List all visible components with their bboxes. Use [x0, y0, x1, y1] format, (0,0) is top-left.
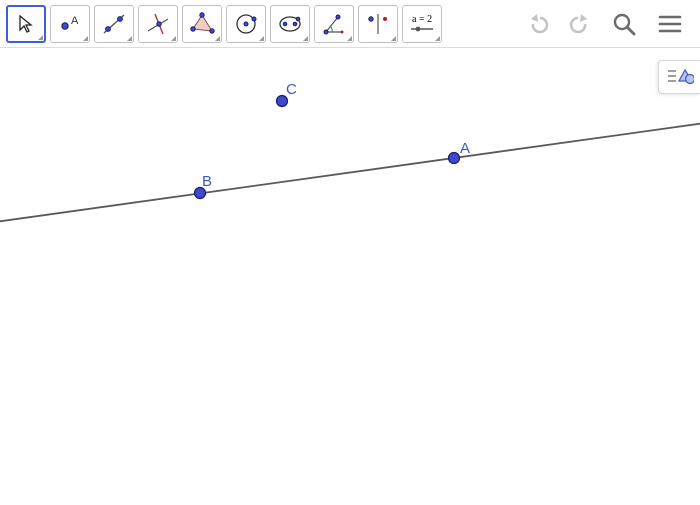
chevron-down-icon: [347, 36, 352, 41]
chevron-down-icon: [435, 36, 440, 41]
right-tools: [524, 8, 694, 40]
line-through-ab[interactable]: [0, 123, 700, 222]
views-icon: [666, 66, 694, 88]
chevron-down-icon: [391, 36, 396, 41]
tool-polygon[interactable]: [182, 5, 222, 43]
perpendicular-icon: [145, 11, 171, 37]
svg-text:a = 2: a = 2: [412, 14, 432, 25]
chevron-down-icon: [303, 36, 308, 41]
graphics-canvas[interactable]: A B C: [0, 48, 700, 500]
point-label-a: A: [460, 140, 470, 157]
geometry-svg: [0, 48, 700, 500]
tool-angle[interactable]: [314, 5, 354, 43]
chevron-down-icon: [171, 36, 176, 41]
chevron-down-icon: [38, 35, 43, 40]
ellipse-icon: [277, 11, 303, 37]
chevron-down-icon: [259, 36, 264, 41]
toolbar: A: [0, 0, 700, 48]
undo-button[interactable]: [524, 8, 556, 40]
circle-icon: [233, 11, 259, 37]
point-icon: A: [57, 14, 83, 34]
line-icon: [101, 11, 127, 37]
tool-move[interactable]: [6, 5, 46, 43]
chevron-down-icon: [83, 36, 88, 41]
tool-point[interactable]: A: [50, 5, 90, 43]
point-a[interactable]: [449, 153, 460, 164]
tool-conic[interactable]: [270, 5, 310, 43]
angle-icon: [321, 11, 347, 37]
views-panel-toggle[interactable]: [658, 60, 700, 94]
reflect-icon: [365, 11, 391, 37]
undo-icon: [527, 11, 553, 37]
redo-button[interactable]: [562, 8, 594, 40]
search-icon: [611, 11, 637, 37]
menu-icon: [657, 11, 683, 37]
tool-slider[interactable]: a = 2: [402, 5, 442, 43]
svg-text:A: A: [71, 15, 79, 27]
chevron-down-icon: [215, 36, 220, 41]
point-label-c: C: [286, 81, 297, 98]
polygon-icon: [189, 11, 215, 37]
tool-perpendicular[interactable]: [138, 5, 178, 43]
tool-line[interactable]: [94, 5, 134, 43]
redo-icon: [565, 11, 591, 37]
slider-icon: a = 2: [406, 11, 438, 37]
tool-reflect[interactable]: [358, 5, 398, 43]
tool-circle[interactable]: [226, 5, 266, 43]
chevron-down-icon: [127, 36, 132, 41]
menu-button[interactable]: [654, 8, 686, 40]
point-label-b: B: [202, 173, 212, 190]
cursor-icon: [16, 14, 36, 34]
search-button[interactable]: [608, 8, 640, 40]
tool-group: A: [6, 5, 442, 43]
